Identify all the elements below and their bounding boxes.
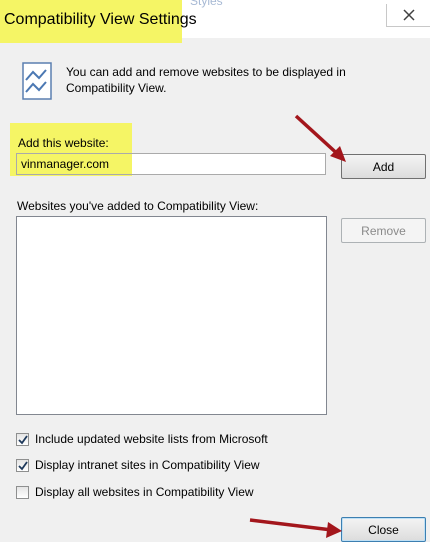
compatibility-view-icon (22, 62, 52, 100)
option-display-intranet[interactable]: Display intranet sites in Compatibility … (16, 458, 260, 472)
sites-list[interactable] (16, 216, 327, 415)
add-website-input[interactable] (16, 153, 326, 175)
checkmark-icon (18, 434, 28, 444)
close-icon (403, 9, 415, 21)
title-bar: Styles Compatibility View Settings (0, 0, 430, 43)
option-label: Display intranet sites in Compatibility … (35, 458, 260, 472)
compatibility-view-dialog: Styles Compatibility View Settings You c… (0, 0, 430, 542)
annotation-arrow-to-close (249, 518, 342, 538)
include-updated-lists-checkbox[interactable] (16, 432, 29, 446)
display-intranet-checkbox[interactable] (16, 458, 29, 472)
background-window-text: Styles (190, 0, 223, 8)
window-close-button[interactable] (386, 4, 430, 27)
option-label: Display all websites in Compatibility Vi… (35, 485, 254, 499)
annotation-arrow-to-add (294, 114, 346, 162)
remove-button[interactable]: Remove (341, 218, 426, 243)
info-text: You can add and remove websites to be di… (66, 65, 346, 95)
checkmark-icon (18, 460, 28, 470)
option-label: Include updated website lists from Micro… (35, 432, 268, 446)
display-all-websites-checkbox[interactable] (16, 485, 29, 499)
close-button[interactable]: Close (341, 517, 426, 542)
option-display-all-websites[interactable]: Display all websites in Compatibility Vi… (16, 485, 254, 499)
add-button[interactable]: Add (341, 154, 426, 179)
option-include-updated-lists[interactable]: Include updated website lists from Micro… (16, 432, 268, 446)
add-website-label: Add this website: (18, 136, 109, 150)
window-title: Compatibility View Settings (4, 11, 197, 28)
sites-list-label: Websites you've added to Compatibility V… (17, 199, 259, 213)
